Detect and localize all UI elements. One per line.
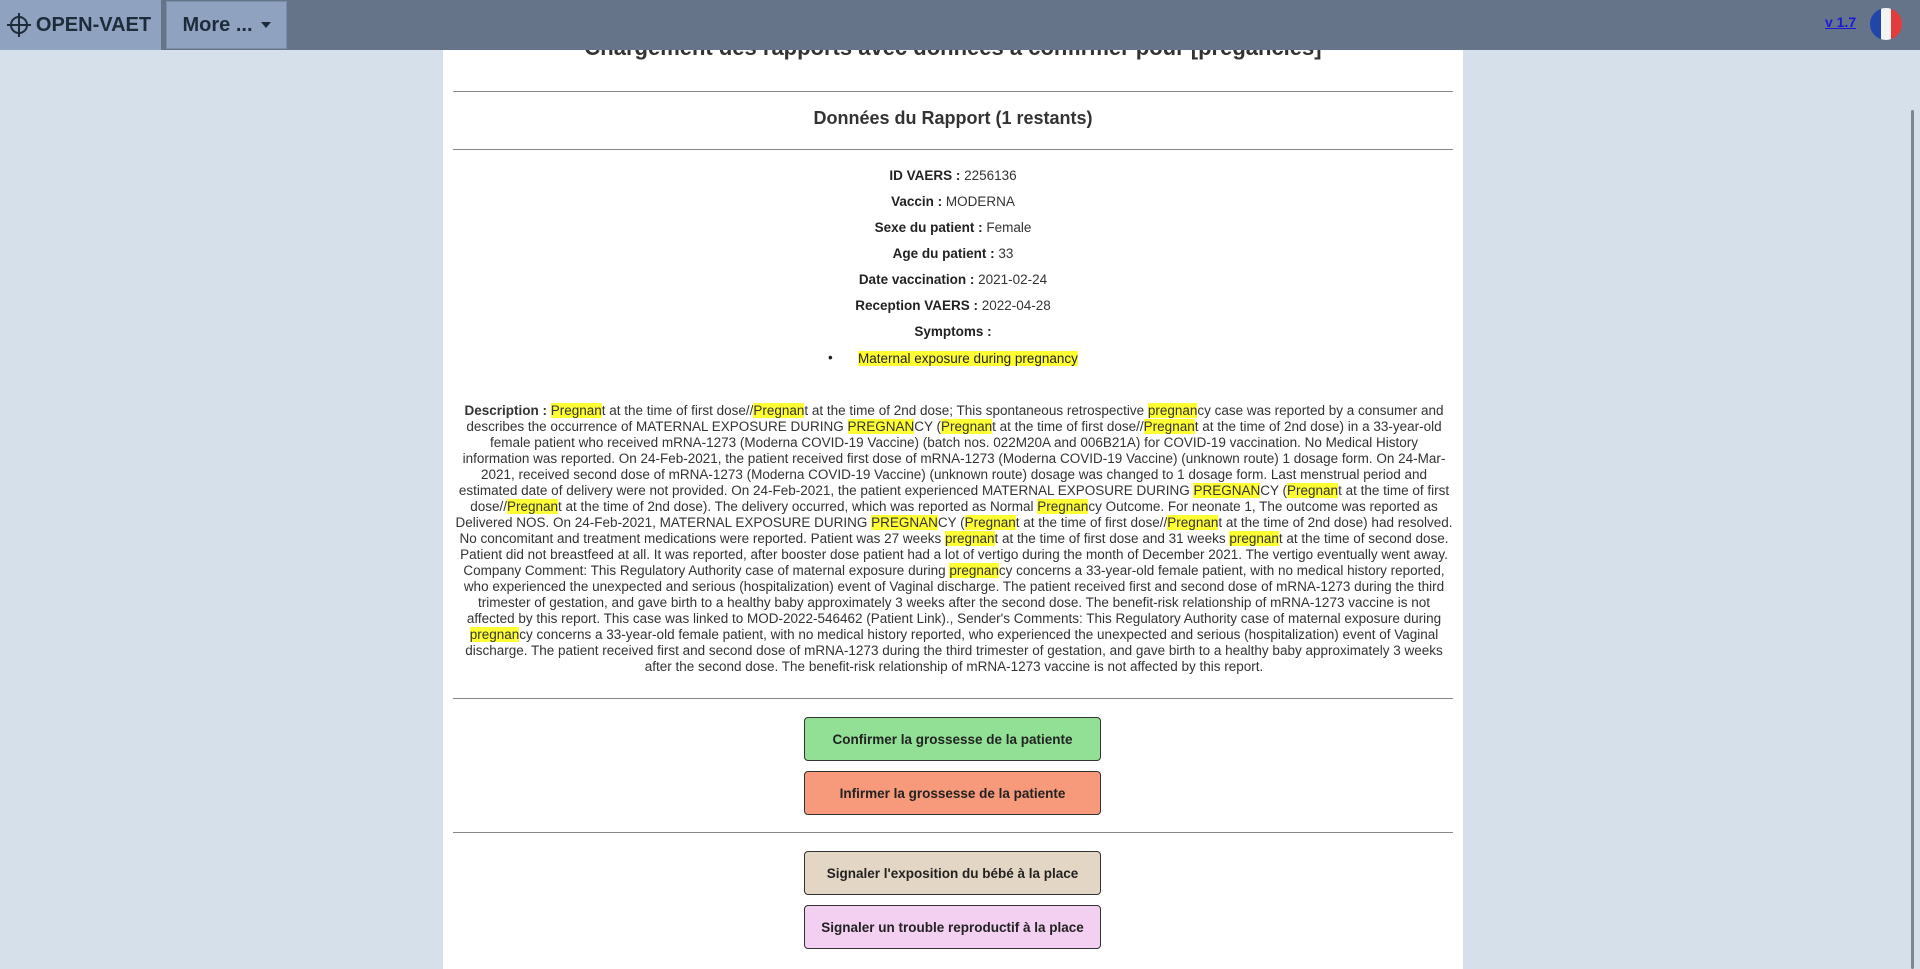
divider <box>453 91 1453 92</box>
highlighted-term: pregnan <box>949 563 999 578</box>
bullet-icon: • <box>828 350 833 365</box>
highlighted-term: Pregnan <box>1167 515 1219 530</box>
caret-down-icon <box>260 22 271 28</box>
section-title: Données du Rapport (1 restants) <box>813 108 1093 128</box>
report-description: Description : Pregnant at the time of fi… <box>455 403 1453 675</box>
version-link[interactable]: v 1.7 <box>1825 14 1856 30</box>
field-vaccination-date: Date vaccination : 2021-02-24 <box>858 272 1048 287</box>
more-menu-button[interactable]: More ... <box>166 1 287 49</box>
highlighted-term: Pregnan <box>964 515 1016 530</box>
highlighted-term: Pregnan <box>941 419 993 434</box>
scrollbar-thumb[interactable] <box>1911 110 1914 969</box>
highlighted-term: PREGNAN <box>1193 483 1261 498</box>
highlighted-term: pregnan <box>1229 531 1279 546</box>
highlighted-term: pregnan <box>1147 403 1198 418</box>
field-vaccine: Vaccin : MODERNA <box>891 194 1015 209</box>
report-baby-exposure-button[interactable]: Signaler l'exposition du bébé à la place <box>804 851 1101 895</box>
highlighted-term: pregnan <box>944 531 995 546</box>
highlighted-term: Pregnan <box>507 499 559 514</box>
report-panel: Chargement des rapports avec données à c… <box>443 0 1463 969</box>
highlighted-term: PREGNAN <box>871 515 938 530</box>
highlighted-term: Pregnan <box>1287 483 1339 498</box>
field-sex: Sexe du patient : Female <box>874 220 1032 235</box>
top-navbar: OPEN-VAET More ... v 1.7 <box>0 0 1920 50</box>
symptom-label: Maternal exposure during pregnancy <box>858 351 1078 366</box>
symptom-list-item: • Maternal exposure during pregnancy <box>828 350 1078 366</box>
confirm-pregnancy-button[interactable]: Confirmer la grossesse de la patiente <box>804 717 1101 761</box>
highlighted-term: Pregnan <box>1037 499 1089 514</box>
description-text: Pregnant at the time of first dose//Preg… <box>455 403 1453 674</box>
highlighted-term: Pregnan <box>550 403 602 418</box>
description-label: Description : <box>464 403 547 418</box>
field-vaers-id: ID VAERS : 2256136 <box>889 168 1017 183</box>
field-reception-date: Reception VAERS : 2022-04-28 <box>855 298 1051 313</box>
divider <box>453 149 1453 150</box>
highlighted-term: Pregnan <box>753 403 805 418</box>
report-reproductive-trouble-button[interactable]: Signaler un trouble reproductif à la pla… <box>804 905 1101 949</box>
more-menu-label: More ... <box>182 13 253 36</box>
crosshair-icon <box>6 13 31 37</box>
divider <box>453 698 1453 699</box>
field-symptoms: Symptoms : <box>914 324 992 339</box>
brand-name: OPEN-VAET <box>35 13 152 36</box>
highlighted-term: PREGNAN <box>847 419 915 434</box>
highlighted-term: pregnan <box>469 627 520 642</box>
highlighted-term: Pregnan <box>1143 419 1195 434</box>
brand-logo-link[interactable]: OPEN-VAET <box>0 0 161 50</box>
field-age: Age du patient : 33 <box>892 246 1014 261</box>
divider <box>453 832 1453 833</box>
french-flag-icon[interactable] <box>1870 8 1902 40</box>
infirm-pregnancy-button[interactable]: Infirmer la grossesse de la patiente <box>804 771 1101 815</box>
